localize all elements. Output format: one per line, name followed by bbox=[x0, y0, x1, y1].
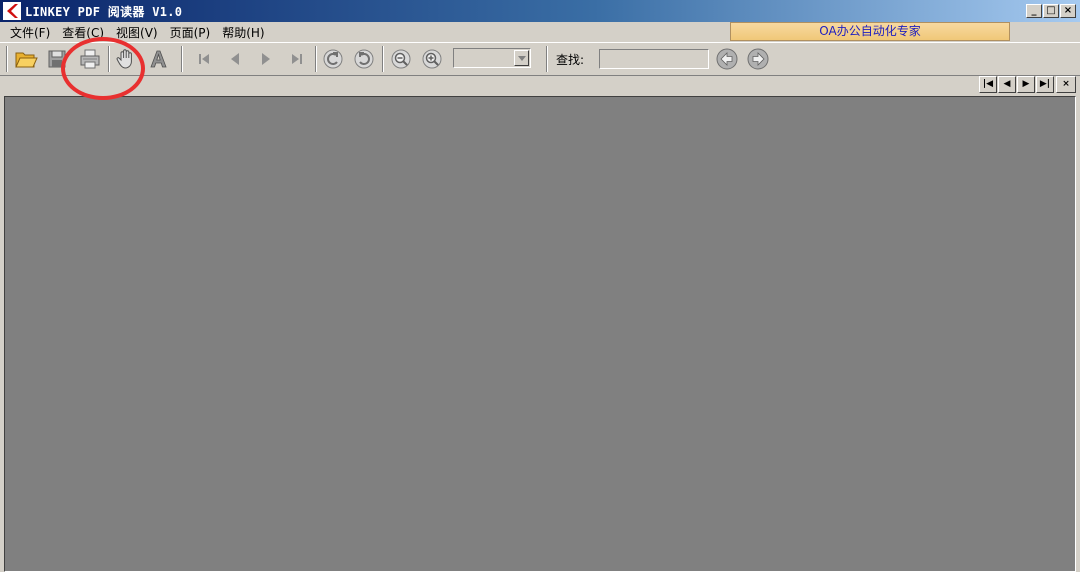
rotate-left-icon bbox=[323, 49, 343, 69]
last-page-icon bbox=[292, 54, 302, 64]
chevron-down-icon bbox=[517, 55, 526, 61]
open-icon bbox=[15, 52, 38, 68]
hand-tool-icon bbox=[116, 49, 132, 69]
toolbar-separator bbox=[181, 46, 183, 72]
tab-nav-strip bbox=[0, 76, 1080, 96]
window-title: LINKEY PDF 阅读器 V1.0 bbox=[25, 4, 183, 19]
oa-banner[interactable]: OA办公自动化专家 bbox=[730, 22, 1010, 41]
menu-page[interactable]: 页面(P) bbox=[164, 24, 217, 41]
title-bar: LINKEY PDF 阅读器 V1.0 _ □ × bbox=[0, 0, 1080, 22]
find-next-button[interactable] bbox=[745, 47, 771, 71]
zoom-out-button[interactable] bbox=[388, 47, 414, 71]
tab-close-button[interactable]: × bbox=[1056, 76, 1076, 93]
rotate-left-button[interactable] bbox=[320, 47, 346, 71]
prev-page-button[interactable] bbox=[222, 47, 248, 71]
zoom-in-icon bbox=[422, 49, 442, 69]
print-button[interactable] bbox=[77, 47, 103, 71]
document-view[interactable] bbox=[4, 96, 1076, 572]
find-input[interactable] bbox=[599, 49, 709, 69]
print-icon bbox=[80, 49, 100, 69]
save-button[interactable] bbox=[44, 47, 70, 71]
zoom-in-button[interactable] bbox=[419, 47, 445, 71]
find-prev-button[interactable] bbox=[714, 47, 740, 71]
toolbar-separator bbox=[382, 46, 384, 72]
next-page-icon bbox=[262, 53, 270, 65]
toolbar-separator bbox=[108, 46, 110, 72]
zoom-select[interactable] bbox=[453, 48, 531, 68]
menu-file[interactable]: 文件(F) bbox=[4, 24, 56, 41]
tab-first-button[interactable]: |◀ bbox=[979, 76, 997, 93]
menu-help[interactable]: 帮助(H) bbox=[216, 24, 270, 41]
maximize-button[interactable]: □ bbox=[1043, 4, 1059, 18]
text-select-button[interactable] bbox=[145, 47, 171, 71]
text-select-icon bbox=[150, 50, 167, 68]
toolbar-separator bbox=[6, 46, 8, 72]
first-page-icon bbox=[199, 54, 209, 64]
hand-tool-button[interactable] bbox=[113, 47, 139, 71]
rotate-right-button[interactable] bbox=[351, 47, 377, 71]
prev-page-icon bbox=[231, 53, 239, 65]
find-prev-icon bbox=[716, 48, 738, 70]
toolbar-separator bbox=[315, 46, 317, 72]
minimize-button[interactable]: _ bbox=[1026, 4, 1042, 18]
zoom-dropdown-button[interactable] bbox=[514, 50, 529, 66]
menu-view[interactable]: 查看(C) bbox=[56, 24, 110, 41]
save-icon bbox=[48, 50, 66, 68]
tab-prev-button[interactable]: ◀ bbox=[998, 76, 1016, 93]
zoom-out-icon bbox=[391, 49, 411, 69]
window-controls: _ □ × bbox=[1026, 4, 1076, 18]
open-button[interactable] bbox=[13, 47, 39, 71]
next-page-button[interactable] bbox=[253, 47, 279, 71]
last-page-button[interactable] bbox=[284, 47, 310, 71]
menu-display[interactable]: 视图(V) bbox=[110, 24, 164, 41]
tab-last-button[interactable]: ▶| bbox=[1036, 76, 1054, 93]
app-logo-icon bbox=[3, 2, 21, 20]
first-page-button[interactable] bbox=[191, 47, 217, 71]
find-next-icon bbox=[747, 48, 769, 70]
rotate-right-icon bbox=[354, 49, 374, 69]
tab-next-button[interactable]: ▶ bbox=[1017, 76, 1035, 93]
toolbar-separator bbox=[546, 46, 548, 72]
close-button[interactable]: × bbox=[1060, 4, 1076, 18]
find-label: 查找: bbox=[556, 53, 585, 67]
